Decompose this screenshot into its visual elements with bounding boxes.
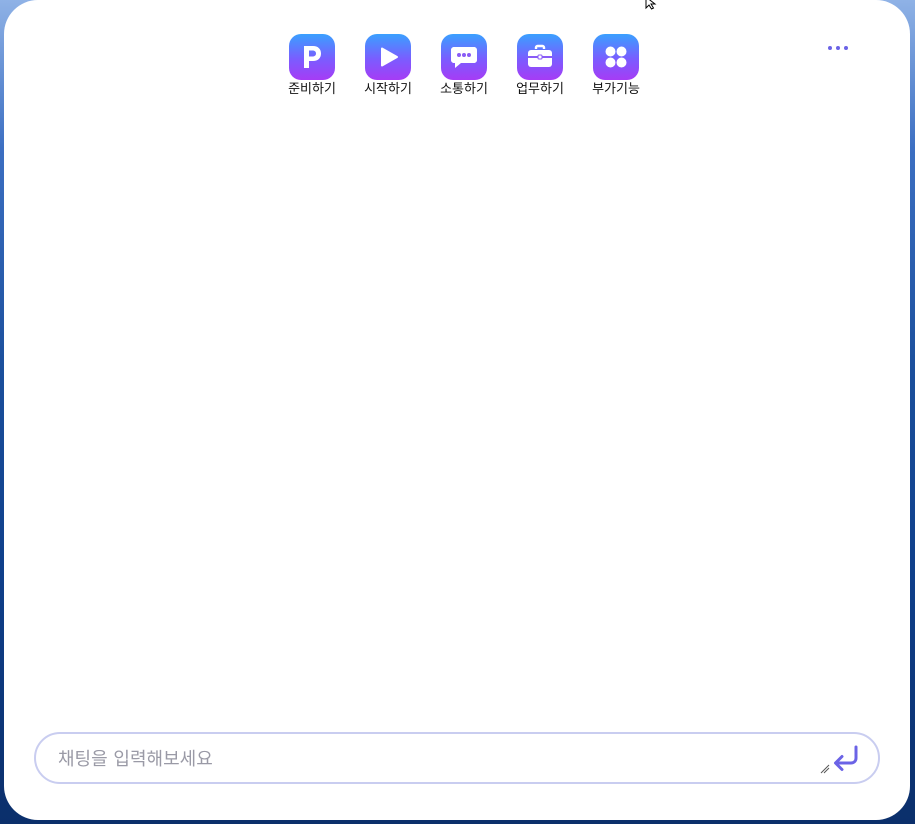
dot — [844, 46, 848, 50]
chat-input[interactable] — [56, 734, 820, 784]
briefcase-icon — [517, 34, 563, 80]
toolbar-item-label: 부가기능 — [592, 82, 640, 97]
resize-grip-icon[interactable] — [820, 764, 830, 774]
toolbar-item-extra[interactable]: 부가기능 — [578, 34, 654, 98]
p-letter-icon — [289, 34, 335, 80]
chat-messages-area — [4, 110, 910, 720]
toolbar-item-label: 소통하기 — [440, 82, 488, 97]
toolbar-item-label: 시작하기 — [364, 82, 412, 97]
chat-bubble-icon — [441, 34, 487, 80]
play-icon — [365, 34, 411, 80]
toolbar-item-work[interactable]: 업무하기 — [502, 34, 578, 98]
four-dots-icon — [593, 34, 639, 80]
toolbar: 준비하기 시작하기 소통하기 업무하기 부가기능 — [274, 34, 654, 98]
mouse-cursor-icon — [645, 0, 657, 10]
toolbar-item-communicate[interactable]: 소통하기 — [426, 34, 502, 98]
dot — [836, 46, 840, 50]
enter-arrow-icon[interactable] — [830, 744, 860, 774]
chat-input-box — [34, 732, 880, 784]
toolbar-item-start[interactable]: 시작하기 — [350, 34, 426, 98]
toolbar-item-prepare[interactable]: 준비하기 — [274, 34, 350, 98]
toolbar-item-label: 준비하기 — [288, 82, 336, 97]
chat-panel: 준비하기 시작하기 소통하기 업무하기 부가기능 채팅을 입력해보세요 — [4, 0, 910, 820]
toolbar-item-label: 업무하기 — [516, 82, 564, 97]
more-dots-icon[interactable] — [824, 36, 852, 60]
dot — [828, 46, 832, 50]
